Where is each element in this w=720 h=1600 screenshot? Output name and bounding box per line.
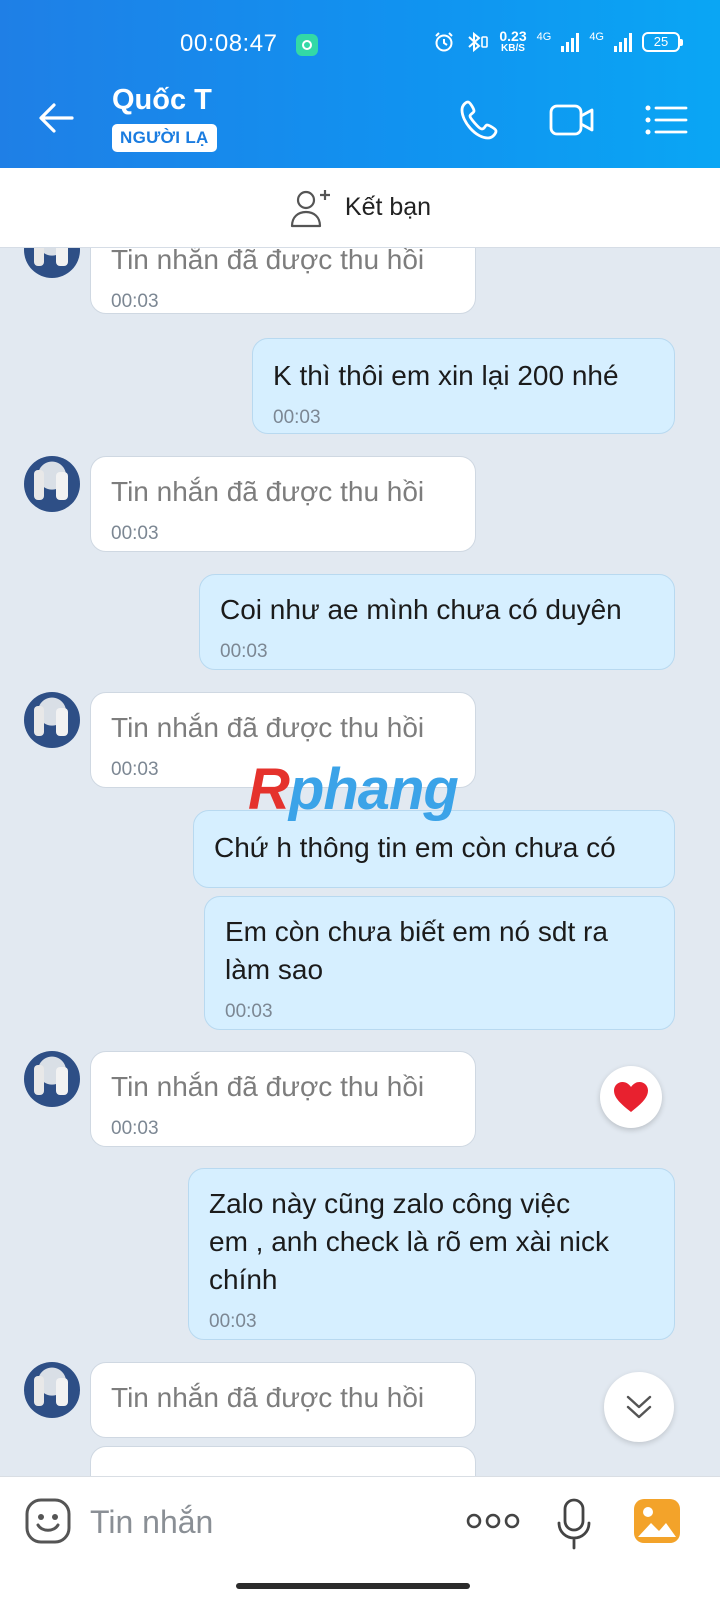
- signal-icon: [561, 32, 580, 52]
- watermark-rest: phang: [288, 757, 459, 822]
- contact-avatar[interactable]: [24, 1051, 80, 1107]
- heart-reaction-button[interactable]: [600, 1066, 662, 1128]
- more-options-icon[interactable]: [466, 1509, 520, 1533]
- net-speed-value: 0.23: [499, 28, 527, 44]
- watermark-first-letter: R: [248, 757, 290, 822]
- heart-icon: [614, 1082, 648, 1112]
- alarm-icon: [435, 32, 454, 52]
- signal-icon-2: [614, 32, 632, 52]
- stranger-badge: NGƯỜI LẠ: [112, 124, 217, 152]
- message-text: Zalo này cũng zalo công việc em , anh ch…: [209, 1188, 609, 1295]
- contact-avatar[interactable]: [24, 1362, 80, 1418]
- message-text: Tin nhắn đã được thu hồi: [111, 476, 425, 507]
- video-call-icon[interactable]: [548, 96, 596, 144]
- add-friend-label: Kết bạn: [344, 193, 432, 221]
- message-text: Chứ h thông tin em còn chưa có: [214, 832, 616, 863]
- back-arrow-icon[interactable]: [34, 96, 78, 140]
- contact-avatar[interactable]: [24, 692, 80, 748]
- message-text: Tin nhắn đã được thu hồi: [111, 712, 425, 743]
- message-bubble-incoming[interactable]: Tin nhắn đã được thu hồi: [90, 1362, 476, 1438]
- double-chevron-down-icon: [626, 1395, 652, 1419]
- message-time: 00:03: [209, 1311, 257, 1332]
- microphone-icon[interactable]: [556, 1497, 592, 1551]
- contact-avatar[interactable]: [24, 248, 80, 278]
- message-bubble-incoming[interactable]: Tin nhắn đã được thu hồi 00:03: [90, 248, 476, 314]
- add-friend-button[interactable]: Kết bạn: [0, 168, 720, 248]
- add-friend-icon: [290, 189, 330, 227]
- message-time: 00:03: [220, 641, 268, 662]
- app-notification-icon: [296, 34, 318, 56]
- message-bubble-outgoing[interactable]: Em còn chưa biết em nó sdt ra làm sao 00…: [204, 896, 675, 1030]
- chat-header: Quốc T NGƯỜI LẠ: [0, 72, 720, 168]
- contact-name[interactable]: Quốc T: [112, 84, 212, 117]
- status-bar: 00:08:47 0.23 KB/S 4G 4G 25: [0, 0, 720, 72]
- message-text: K thì thôi em xin lại 200 nhé: [273, 360, 619, 391]
- net-speed-unit: KB/S: [501, 43, 525, 54]
- message-time: 00:03: [111, 1118, 159, 1139]
- message-time: 00:03: [225, 1001, 273, 1022]
- message-bubble-incoming[interactable]: Tin nhắn đã được thu hồi 00:03: [90, 1051, 476, 1147]
- message-bubble-outgoing[interactable]: Zalo này cũng zalo công việc em , anh ch…: [188, 1168, 675, 1340]
- message-time: 00:03: [273, 407, 321, 428]
- message-bubble-incoming[interactable]: Tin nhắn đã được thu hồi 00:03: [90, 456, 476, 552]
- message-text: Coi như ae mình chưa có duyên: [220, 594, 622, 625]
- home-indicator: [236, 1583, 470, 1589]
- gallery-image-icon[interactable]: [632, 1497, 682, 1545]
- message-input-bar: [0, 1476, 720, 1600]
- watermark-logo: Rphang: [248, 756, 459, 823]
- message-text: Tin nhắn đã được thu hồi: [111, 1071, 425, 1102]
- status-icons: 0.23 KB/S 4G 4G 25: [433, 28, 683, 54]
- message-time: 00:03: [111, 523, 159, 544]
- emoji-icon[interactable]: [24, 1497, 72, 1545]
- message-text: Tin nhắn đã được thu hồi: [111, 1382, 425, 1413]
- message-bubble-outgoing[interactable]: Coi như ae mình chưa có duyên 00:03: [199, 574, 675, 670]
- menu-list-icon[interactable]: [642, 96, 690, 144]
- message-time: 00:03: [111, 291, 159, 312]
- message-text: Em còn chưa biết em nó sdt ra làm sao: [225, 916, 608, 985]
- status-time: 00:08:47: [180, 30, 278, 57]
- network-type-2: 4G: [589, 31, 604, 43]
- phone-call-icon[interactable]: [456, 96, 504, 144]
- chat-messages[interactable]: Tin nhắn đã được thu hồi 00:03 K thì thô…: [0, 248, 720, 1504]
- message-input[interactable]: [90, 1497, 420, 1547]
- message-bubble-outgoing[interactable]: K thì thôi em xin lại 200 nhé 00:03: [252, 338, 675, 434]
- battery-icon: 25: [642, 32, 683, 52]
- network-type-1: 4G: [536, 31, 552, 43]
- scroll-to-bottom-button[interactable]: [604, 1372, 674, 1442]
- bluetooth-icon: [468, 31, 489, 53]
- net-speed: 0.23 KB/S: [499, 28, 527, 54]
- contact-avatar[interactable]: [24, 456, 80, 512]
- message-text: Tin nhắn đã được thu hồi: [111, 248, 425, 275]
